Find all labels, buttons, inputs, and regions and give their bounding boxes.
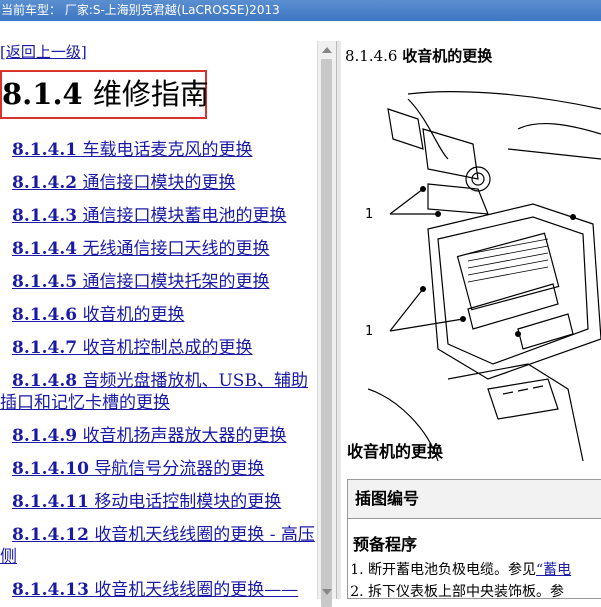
radio-illustration xyxy=(368,89,601,461)
toc-item-number: 8.1.4.4 xyxy=(12,239,78,259)
toc-link[interactable]: 8.1.4.1 车载电话麦克风的更换 xyxy=(12,140,252,160)
detail-pane: 8.1.4.6 收音机的更换 1 1 收音机的更换 插图编号 预备程序 1. 断… xyxy=(341,41,601,599)
procedure-step: 断开蓄电池负极电缆。参见“蓄电 xyxy=(368,559,601,581)
toc-link[interactable]: 8.1.4.4 无线通信接口天线的更换 xyxy=(12,239,269,259)
toc-link[interactable]: 8.1.4.8 音频光盘播放机、USB、辅助插口和记忆卡槽的更换 xyxy=(0,371,308,413)
toc-item-label: 通信接口模块蓄电池的更换 xyxy=(82,206,287,226)
procedure-steps: 断开蓄电池负极电缆。参见“蓄电 拆下仪表板上部中央装饰板。参 xyxy=(348,559,601,599)
scrollbar-thumb[interactable] xyxy=(321,59,332,607)
toc-item-number: 8.1.4.5 xyxy=(12,272,78,292)
heading-text: 维修指南 xyxy=(92,77,209,111)
back-link-wrapper: [返回上一级] xyxy=(0,41,87,62)
table-header: 插图编号 xyxy=(348,480,601,519)
toc-item-label: 导航信号分流器的更换 xyxy=(94,459,265,479)
toc-item-number: 8.1.4.12 xyxy=(12,525,89,545)
toc-item-number: 8.1.4.9 xyxy=(12,426,78,446)
procedure-table: 插图编号 预备程序 断开蓄电池负极电缆。参见“蓄电 拆下仪表板上部中央装饰板。参 xyxy=(347,479,601,599)
scroll-up-arrow-icon[interactable] xyxy=(322,47,332,53)
toc-item[interactable]: 8.1.4.12 收音机天线线圈的更换 - 高压侧 xyxy=(0,524,317,568)
toc-item[interactable]: 8.1.4.8 音频光盘播放机、USB、辅助插口和记忆卡槽的更换 xyxy=(0,370,317,414)
toc-item[interactable]: 8.1.4.4 无线通信接口天线的更换 xyxy=(0,238,317,260)
scroll-down-arrow-icon[interactable] xyxy=(322,589,332,595)
toc-pane: [返回上一级] 8.1.4 维修指南 8.1.4.1 车载电话麦克风的更换 8.1… xyxy=(0,41,317,599)
toc-item[interactable]: 8.1.4.3 通信接口模块蓄电池的更换 xyxy=(0,205,317,227)
callout-label-2: 1 xyxy=(365,324,374,339)
back-link[interactable]: [返回上一级] xyxy=(0,43,87,61)
page-title: 8.1.4 维修指南 xyxy=(2,72,209,116)
page-heading: 8.1.4 维修指南 xyxy=(0,70,209,119)
section-title: 收音机的更换 xyxy=(347,442,444,461)
heading-number: 8.1.4 xyxy=(2,77,83,111)
toc-item-label: 通信接口模块托架的更换 xyxy=(82,272,270,292)
toc-link[interactable]: 8.1.4.11 移动电话控制模块的更换 xyxy=(12,492,281,512)
toc-link[interactable]: 8.1.4.5 通信接口模块托架的更换 xyxy=(12,272,269,292)
toc-item-number: 8.1.4.8 xyxy=(12,371,78,391)
toc-item-label: 收音机的更换 xyxy=(82,305,185,325)
toolbar-area xyxy=(0,21,601,41)
toc-item-label: 移动电话控制模块的更换 xyxy=(94,492,282,512)
toc-item-number: 8.1.4.11 xyxy=(12,492,89,512)
toc-link[interactable]: 8.1.4.2 通信接口模块的更换 xyxy=(12,173,235,193)
toc-item-label: 收音机控制总成的更换 xyxy=(82,338,253,358)
toc-item-number: 8.1.4.7 xyxy=(12,338,78,358)
toc-item[interactable]: 8.1.4.13 收音机天线线圈的更换—— xyxy=(0,579,317,599)
toc-item-number: 8.1.4.10 xyxy=(12,459,89,479)
procedure-title: 预备程序 xyxy=(353,535,418,554)
left-scrollbar[interactable] xyxy=(317,41,336,607)
detail-title: 8.1.4.6 收音机的更换 xyxy=(345,45,492,66)
detail-heading: 收音机的更换 xyxy=(402,47,493,65)
toc-item-label: 收音机天线线圈的更换—— xyxy=(94,580,299,599)
detail-number: 8.1.4.6 xyxy=(345,47,398,65)
toc-link[interactable]: 8.1.4.7 收音机控制总成的更换 xyxy=(12,338,252,358)
toc-list: 8.1.4.1 车载电话麦克风的更换 8.1.4.2 通信接口模块的更换 8.1.4… xyxy=(0,139,317,599)
procedure-step: 拆下仪表板上部中央装饰板。参 xyxy=(368,581,601,599)
toc-item[interactable]: 8.1.4.7 收音机控制总成的更换 xyxy=(0,337,317,359)
toc-item-number: 8.1.4.3 xyxy=(12,206,78,226)
toc-item-label: 车载电话麦克风的更换 xyxy=(82,140,253,160)
toc-item[interactable]: 8.1.4.6 收音机的更换 xyxy=(0,304,317,326)
toc-item-number: 8.1.4.13 xyxy=(12,580,89,599)
toc-link[interactable]: 8.1.4.6 收音机的更换 xyxy=(12,305,184,325)
toc-link[interactable]: 8.1.4.3 通信接口模块蓄电池的更换 xyxy=(12,206,286,226)
toc-link[interactable]: 8.1.4.10 导航信号分流器的更换 xyxy=(12,459,264,479)
toc-item-label: 无线通信接口天线的更换 xyxy=(82,239,270,259)
window-title: 当前车型： 厂家:S-上海别克君越(LaCROSSE)2013 xyxy=(1,3,280,17)
toc-link[interactable]: 8.1.4.13 收音机天线线圈的更换—— xyxy=(12,580,298,599)
callout-label-1: 1 xyxy=(365,207,374,222)
toc-link[interactable]: 8.1.4.12 收音机天线线圈的更换 - 高压侧 xyxy=(0,525,315,567)
step-link[interactable]: “蓄电 xyxy=(536,562,571,578)
toc-item[interactable]: 8.1.4.10 导航信号分流器的更换 xyxy=(0,458,317,480)
toc-item[interactable]: 8.1.4.9 收音机扬声器放大器的更换 xyxy=(0,425,317,447)
toc-item-label: 收音机扬声器放大器的更换 xyxy=(82,426,287,446)
toc-item-number: 8.1.4.6 xyxy=(12,305,78,325)
toc-item-number: 8.1.4.2 xyxy=(12,173,78,193)
toc-item[interactable]: 8.1.4.2 通信接口模块的更换 xyxy=(0,172,317,194)
toc-link[interactable]: 8.1.4.9 收音机扬声器放大器的更换 xyxy=(12,426,286,446)
toc-item[interactable]: 8.1.4.1 车载电话麦克风的更换 xyxy=(0,139,317,161)
window-title-bar: 当前车型： 厂家:S-上海别克君越(LaCROSSE)2013 xyxy=(0,0,601,21)
toc-item[interactable]: 8.1.4.11 移动电话控制模块的更换 xyxy=(0,491,317,513)
toc-item-number: 8.1.4.1 xyxy=(12,140,78,160)
toc-item[interactable]: 8.1.4.5 通信接口模块托架的更换 xyxy=(0,271,317,293)
toc-item-label: 通信接口模块的更换 xyxy=(82,173,236,193)
